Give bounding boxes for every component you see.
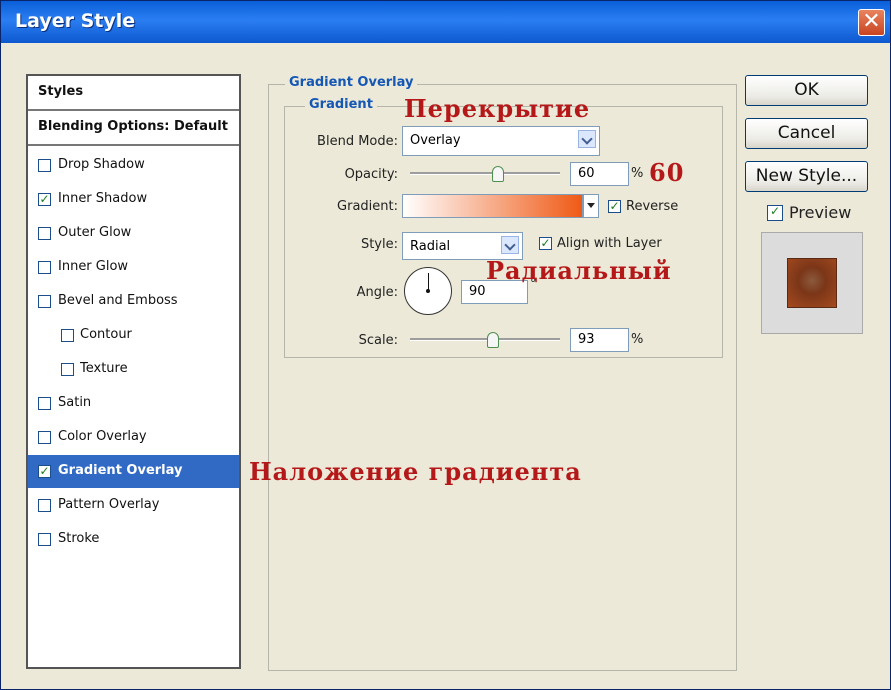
checkbox-color-overlay[interactable] [38, 431, 51, 444]
scale-value: 93 [578, 332, 595, 347]
checkbox-inner-shadow[interactable]: ✓ [38, 193, 51, 206]
checkbox-gradient-overlay[interactable]: ✓ [38, 465, 51, 478]
checkbox-outer-glow[interactable] [38, 227, 51, 240]
blend-mode-label: Blend Mode: [317, 134, 398, 149]
reverse-checkbox[interactable]: ✓ [608, 200, 621, 213]
style-item-label: Gradient Overlay [58, 463, 183, 478]
align-with-layer-label: Align with Layer [557, 236, 662, 251]
reverse-label: Reverse [626, 199, 679, 214]
scale-percent: % [631, 332, 644, 347]
blend-mode-value: Overlay [410, 133, 461, 148]
styles-header-label: Styles [38, 84, 84, 99]
check-icon: ✓ [540, 236, 551, 250]
checkbox-satin[interactable] [38, 397, 51, 410]
annotation-gradient-overlay: Наложение градиента [249, 457, 582, 486]
style-item-inner-shadow[interactable]: ✓ Inner Shadow [28, 183, 239, 216]
style-item-gradient-overlay[interactable]: ✓ Gradient Overlay [28, 455, 239, 488]
check-icon: ✓ [39, 464, 50, 478]
ok-button[interactable]: OK [745, 75, 868, 106]
checkbox-pattern-overlay[interactable] [38, 499, 51, 512]
layer-style-dialog: Layer Style ✕ Styles Blending Options: D… [0, 0, 891, 690]
gradient-overlay-title: Gradient Overlay [285, 75, 418, 90]
new-style-button[interactable]: New Style... [745, 161, 868, 192]
style-item-satin[interactable]: Satin [28, 387, 239, 420]
style-item-label: Inner Shadow [58, 191, 148, 206]
title-bar: Layer Style ✕ [1, 1, 890, 43]
style-item-label: Stroke [58, 531, 100, 546]
preview-checkbox[interactable]: ✓ [767, 205, 783, 221]
annotation-overlay: Перекрытие [404, 94, 591, 123]
style-item-label: Drop Shadow [58, 157, 145, 172]
style-item-label: Outer Glow [58, 225, 132, 240]
style-item-stroke[interactable]: Stroke [28, 523, 239, 556]
style-item-label: Bevel and Emboss [58, 293, 178, 308]
checkbox-stroke[interactable] [38, 533, 51, 546]
angle-label: Angle: [356, 285, 398, 300]
checkbox-inner-glow[interactable] [38, 261, 51, 274]
chevron-down-icon[interactable] [578, 130, 596, 148]
style-label: Style: [360, 237, 398, 252]
opacity-input[interactable]: 60 [570, 162, 629, 186]
style-item-drop-shadow[interactable]: Drop Shadow [28, 149, 239, 182]
opacity-value: 60 [578, 166, 595, 181]
style-item-label: Inner Glow [58, 259, 129, 274]
blend-mode-select[interactable]: Overlay [402, 126, 600, 156]
angle-center [426, 289, 430, 293]
chevron-down-icon [587, 203, 595, 208]
opacity-percent: % [631, 166, 644, 181]
style-item-label: Color Overlay [58, 429, 147, 444]
style-item-bevel-and-emboss[interactable]: Bevel and Emboss [28, 285, 239, 318]
style-item-outer-glow[interactable]: Outer Glow [28, 217, 239, 250]
style-item-pattern-overlay[interactable]: Pattern Overlay [28, 489, 239, 522]
scale-label: Scale: [358, 333, 398, 348]
opacity-slider-thumb[interactable] [492, 166, 504, 182]
checkbox-drop-shadow[interactable] [38, 159, 51, 172]
blending-options-label: Blending Options: Default [38, 119, 228, 134]
opacity-label: Opacity: [344, 167, 398, 182]
style-item-texture[interactable]: Texture [28, 353, 239, 386]
check-icon: ✓ [609, 199, 620, 213]
style-item-label: Satin [58, 395, 92, 410]
styles-header[interactable]: Styles [28, 76, 239, 111]
angle-dial[interactable] [404, 267, 452, 315]
preview-box [761, 232, 863, 334]
check-icon: ✓ [39, 192, 50, 206]
gradient-swatch[interactable] [402, 194, 583, 218]
gradient-dropdown[interactable] [583, 194, 599, 218]
close-icon[interactable]: ✕ [858, 9, 885, 36]
checkbox-bevel-and-emboss[interactable] [38, 295, 51, 308]
style-item-label: Pattern Overlay [58, 497, 160, 512]
cancel-button[interactable]: Cancel [745, 118, 868, 149]
annotation-opacity: 60 [649, 158, 685, 187]
styles-list: Styles Blending Options: Default Drop Sh… [26, 74, 241, 669]
window-title: Layer Style [15, 10, 136, 32]
style-item-label: Texture [80, 361, 128, 376]
style-item-color-overlay[interactable]: Color Overlay [28, 421, 239, 454]
scale-input[interactable]: 93 [570, 328, 629, 352]
preview-label: Preview [789, 203, 852, 222]
angle-value: 90 [469, 284, 486, 299]
opacity-slider[interactable] [410, 172, 560, 175]
preview-swatch [787, 258, 837, 308]
style-item-label: Contour [80, 327, 132, 342]
style-item-inner-glow[interactable]: Inner Glow [28, 251, 239, 284]
gradient-group-title: Gradient [305, 97, 377, 112]
chevron-down-icon[interactable] [501, 236, 519, 254]
style-item-contour[interactable]: Contour [28, 319, 239, 352]
scale-slider-thumb[interactable] [487, 332, 499, 348]
checkbox-contour[interactable] [61, 329, 74, 342]
blending-options[interactable]: Blending Options: Default [28, 111, 239, 146]
gradient-label: Gradient: [337, 199, 398, 214]
checkbox-texture[interactable] [61, 363, 74, 376]
align-with-layer-checkbox[interactable]: ✓ [539, 237, 552, 250]
style-value: Radial [410, 239, 451, 254]
check-icon: ✓ [769, 204, 781, 218]
annotation-radial: Радиальный [486, 256, 672, 285]
scale-slider[interactable] [410, 338, 560, 341]
